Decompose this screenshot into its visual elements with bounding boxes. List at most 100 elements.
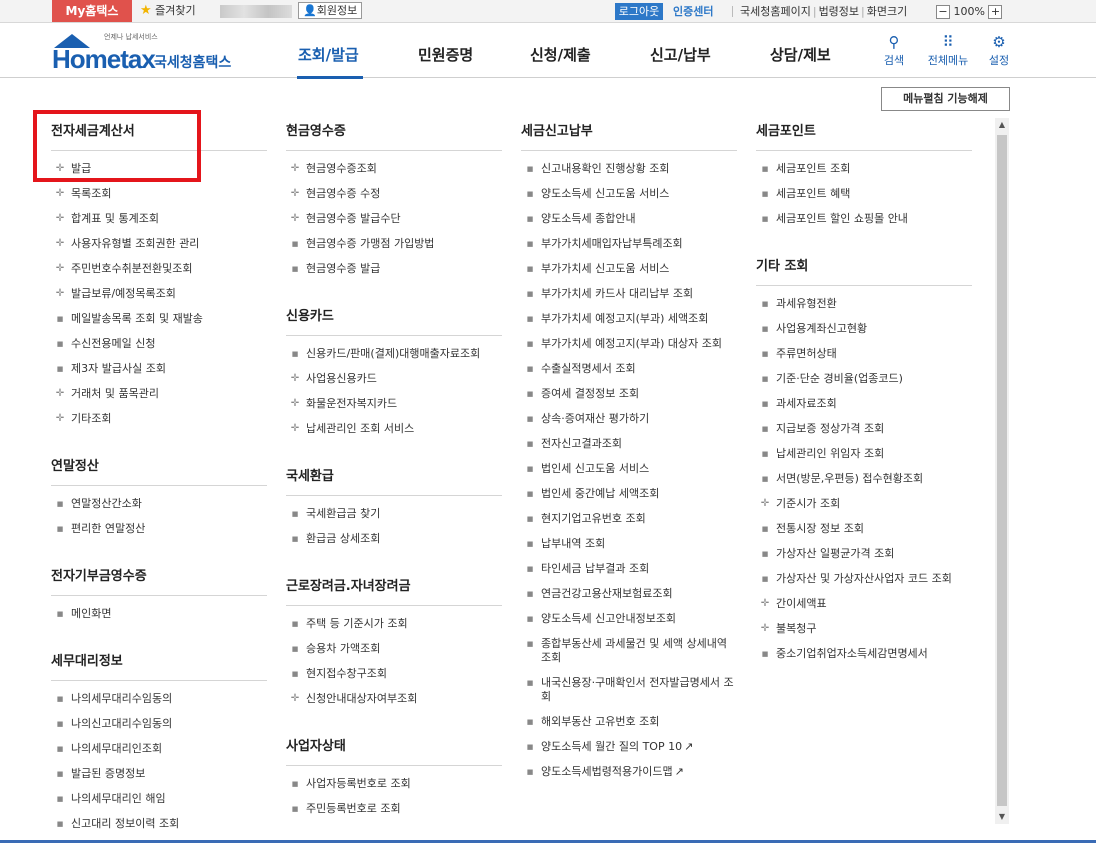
menu-item[interactable]: ■ 부가가치세 예정고지(부과) 세액조회 bbox=[521, 307, 737, 332]
menu-item[interactable]: ■ 주택 등 기준시가 조회 bbox=[286, 612, 502, 637]
all-menu-button[interactable]: ⠿ 전체메뉴 bbox=[922, 32, 974, 68]
section-title[interactable]: 세무대리정보 bbox=[51, 647, 267, 681]
menu-item[interactable]: ■ 제3자 발급사실 조회 bbox=[51, 357, 267, 382]
menu-item[interactable]: ■ 현금영수증 발급 bbox=[286, 257, 502, 282]
nav-inquiry-issue[interactable]: 조회/발급 bbox=[298, 44, 359, 65]
section-title[interactable]: 현금영수증 bbox=[286, 117, 502, 151]
section-title[interactable]: 근로장려금.자녀장려금 bbox=[286, 572, 502, 606]
settings-button[interactable]: ⚙ 설정 bbox=[979, 32, 1019, 68]
menu-item[interactable]: ■ 연말정산간소화 bbox=[51, 492, 267, 517]
menu-item[interactable]: ■ 지급보증 정상가격 조회 bbox=[756, 417, 972, 442]
menu-item[interactable]: ■ 부가가치세 신고도움 서비스 bbox=[521, 257, 737, 282]
menu-item[interactable]: ■ 현지기업고유번호 조회 bbox=[521, 507, 737, 532]
menu-item[interactable]: ■ 기준·단순 경비율(업종코드) bbox=[756, 367, 972, 392]
menu-item[interactable]: ■ 납세관리인 위임자 조회 bbox=[756, 442, 972, 467]
menu-item[interactable]: ■ 연금건강고용산재보험료조회 bbox=[521, 582, 737, 607]
menu-item[interactable]: ■ 부가가치세 예정고지(부과) 대상자 조회 bbox=[521, 332, 737, 357]
menu-item[interactable]: ■ 양도소득세 종합안내 bbox=[521, 207, 737, 232]
menu-item[interactable]: ✛ 거래처 및 품목관리 bbox=[51, 382, 267, 407]
menu-unfold-toggle-button[interactable]: 메뉴펼침 기능해제 bbox=[881, 87, 1010, 111]
menu-item[interactable]: ✛ 목록조회 bbox=[51, 182, 267, 207]
menu-item[interactable]: ■ 수출실적명세서 조회 bbox=[521, 357, 737, 382]
menu-item[interactable]: ■ 전통시장 정보 조회 bbox=[756, 517, 972, 542]
section-title[interactable]: 신용카드 bbox=[286, 302, 502, 336]
menu-item[interactable]: ✛ 사업용신용카드 bbox=[286, 367, 502, 392]
nav-application[interactable]: 신청/제출 bbox=[530, 44, 591, 65]
menu-item[interactable]: ■ 신용카드/판매(결제)대행매출자료조회 bbox=[286, 342, 502, 367]
nav-filing-payment[interactable]: 신고/납부 bbox=[650, 44, 711, 65]
menu-item[interactable]: ■ 현금영수증 가맹점 가입방법 bbox=[286, 232, 502, 257]
menu-item[interactable]: ■ 양도소득세 월간 질의 TOP 10 ↗ bbox=[521, 735, 737, 760]
menu-item[interactable]: ■ 과세유형전환 bbox=[756, 292, 972, 317]
menu-item[interactable]: ■ 가상자산 일평균가격 조회 bbox=[756, 542, 972, 567]
menu-item[interactable]: ✛ 주민번호수취분전환및조회 bbox=[51, 257, 267, 282]
menu-item[interactable]: ■ 나의세무대리수임동의 bbox=[51, 687, 267, 712]
section-title[interactable]: 전자기부금영수증 bbox=[51, 562, 267, 596]
menu-item[interactable]: ■ 세금포인트 할인 쇼핑몰 안내 bbox=[756, 207, 972, 232]
scroll-down-icon[interactable]: ▼ bbox=[995, 810, 1009, 824]
scroll-thumb[interactable] bbox=[997, 135, 1007, 806]
menu-item[interactable]: ■ 신고내용확인 진행상황 조회 bbox=[521, 157, 737, 182]
menu-item[interactable]: ■ 가상자산 및 가상자산사업자 코드 조회 bbox=[756, 567, 972, 592]
menu-item[interactable]: ■ 전자신고결과조회 bbox=[521, 432, 737, 457]
section-title[interactable]: 사업자상태 bbox=[286, 732, 502, 766]
zoom-out-button[interactable]: − bbox=[936, 5, 950, 19]
menu-item[interactable]: ✛ 사용자유형별 조회권한 관리 bbox=[51, 232, 267, 257]
menu-item[interactable]: ■ 상속·증여재산 평가하기 bbox=[521, 407, 737, 432]
menu-item[interactable]: ■ 부가가치세매입자납부특례조회 bbox=[521, 232, 737, 257]
section-title[interactable]: 기타 조회 bbox=[756, 252, 972, 286]
menu-item[interactable]: ■ 주류면허상태 bbox=[756, 342, 972, 367]
section-title[interactable]: 연말정산 bbox=[51, 452, 267, 486]
menu-item[interactable]: ■ 환급금 상세조회 bbox=[286, 527, 502, 552]
zoom-in-button[interactable]: + bbox=[988, 5, 1003, 19]
scrollbar[interactable]: ▲ ▼ bbox=[995, 118, 1009, 824]
nav-civil-certificate[interactable]: 민원증명 bbox=[418, 44, 473, 65]
menu-item[interactable]: ■ 법인세 중간예납 세액조회 bbox=[521, 482, 737, 507]
menu-item[interactable]: ■ 양도소득세 신고도움 서비스 bbox=[521, 182, 737, 207]
menu-item[interactable]: ■ 나의세무대리인 해임 bbox=[51, 787, 267, 812]
nts-homepage-link[interactable]: 국세청홈페이지 bbox=[740, 5, 811, 18]
menu-item[interactable]: ■ 법인세 신고도움 서비스 bbox=[521, 457, 737, 482]
favorites-link[interactable]: ★ 즐겨찾기 bbox=[140, 3, 196, 19]
hometax-logo[interactable]: 언제나 납세서비스 Hometax 국세청홈택스 bbox=[52, 32, 242, 74]
menu-item[interactable]: ■ 내국신용장·구매확인서 전자발급명세서 조회 bbox=[521, 671, 737, 710]
menu-item[interactable]: ■ 납부내역 조회 bbox=[521, 532, 737, 557]
menu-item[interactable]: ■ 메인화면 bbox=[51, 602, 267, 627]
menu-item[interactable]: ■ 사업용계좌신고현황 bbox=[756, 317, 972, 342]
menu-item[interactable]: ■ 발급된 증명정보 bbox=[51, 762, 267, 787]
menu-item[interactable]: ✛ 간이세액표 bbox=[756, 592, 972, 617]
menu-item[interactable]: ■ 해외부동산 고유번호 조회 bbox=[521, 710, 737, 735]
menu-item[interactable]: ✛ 합계표 및 통계조회 bbox=[51, 207, 267, 232]
menu-item[interactable]: ■ 증여세 결정정보 조회 bbox=[521, 382, 737, 407]
menu-item[interactable]: ■ 세금포인트 조회 bbox=[756, 157, 972, 182]
member-info-button[interactable]: 👤회원정보 bbox=[298, 2, 363, 19]
menu-item[interactable]: ■ 승용차 가액조회 bbox=[286, 637, 502, 662]
menu-item[interactable]: ■ 나의세무대리인조회 bbox=[51, 737, 267, 762]
menu-item[interactable]: ■ 타인세금 납부결과 조회 bbox=[521, 557, 737, 582]
nav-consult-report[interactable]: 상담/제보 bbox=[770, 44, 831, 65]
menu-item[interactable]: ■ 부가가치세 카드사 대리납부 조회 bbox=[521, 282, 737, 307]
menu-item[interactable]: ✛ 현금영수증 수정 bbox=[286, 182, 502, 207]
menu-item[interactable]: ■ 세금포인트 혜택 bbox=[756, 182, 972, 207]
menu-item[interactable]: ■ 신고대리 정보이력 조회 bbox=[51, 812, 267, 837]
menu-item[interactable]: ✛ 현금영수증 발급수단 bbox=[286, 207, 502, 232]
menu-item[interactable]: ■ 양도소득세 신고안내정보조회 bbox=[521, 607, 737, 632]
search-button[interactable]: ⚲ 검색 bbox=[874, 32, 914, 68]
law-info-link[interactable]: 법령정보 bbox=[819, 5, 859, 18]
menu-item[interactable]: ■ 현지접수창구조회 bbox=[286, 662, 502, 687]
menu-item[interactable]: ✛ 기타조회 bbox=[51, 407, 267, 432]
menu-item[interactable]: ✛ 불복청구 bbox=[756, 617, 972, 642]
menu-item[interactable]: ■ 서면(방문,우편등) 접수현황조회 bbox=[756, 467, 972, 492]
menu-item[interactable]: ■ 중소기업취업자소득세감면명세서 bbox=[756, 642, 972, 667]
menu-item[interactable]: ■ 메일발송목록 조회 및 재발송 bbox=[51, 307, 267, 332]
section-title[interactable]: 세금포인트 bbox=[756, 117, 972, 151]
menu-item[interactable]: ✛ 기준시가 조회 bbox=[756, 492, 972, 517]
menu-item[interactable]: ✛ 화물운전자복지카드 bbox=[286, 392, 502, 417]
scroll-up-icon[interactable]: ▲ bbox=[995, 118, 1009, 132]
menu-item[interactable]: ■ 과세자료조회 bbox=[756, 392, 972, 417]
my-hometax-button[interactable]: My홈택스 bbox=[52, 0, 132, 22]
menu-item[interactable]: ✛ 납세관리인 조회 서비스 bbox=[286, 417, 502, 442]
menu-item[interactable]: ■ 수신전용메일 신청 bbox=[51, 332, 267, 357]
menu-item[interactable]: ■ 사업자등록번호로 조회 bbox=[286, 772, 502, 797]
menu-item[interactable]: ✛ 현금영수증조회 bbox=[286, 157, 502, 182]
